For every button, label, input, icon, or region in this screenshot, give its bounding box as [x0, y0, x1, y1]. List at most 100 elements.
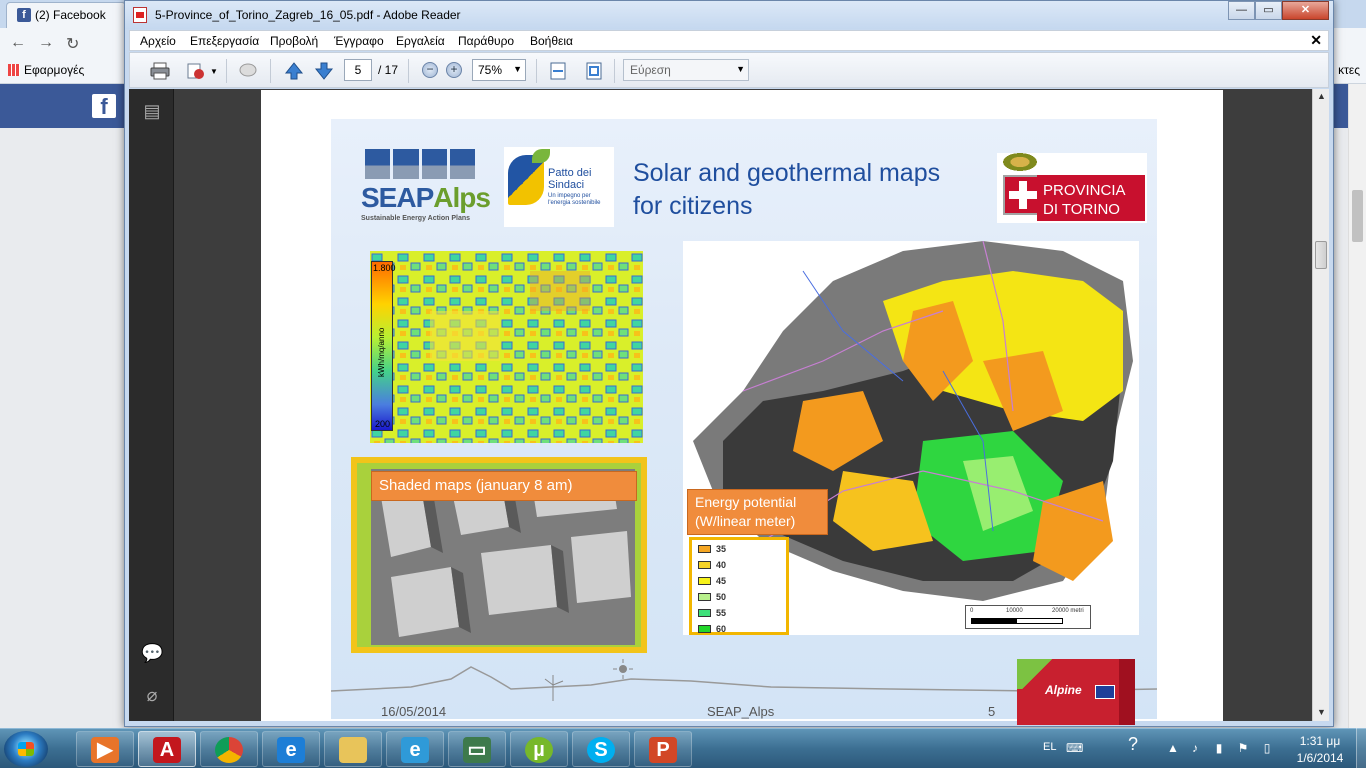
back-icon[interactable]: ← — [10, 34, 26, 52]
find-dropdown-icon: ▼ — [736, 64, 745, 74]
taskbar-adobe-reader[interactable]: A — [138, 731, 196, 767]
energy-legend: 35 40 45 50 55 60 — [689, 537, 789, 635]
menu-tools[interactable]: Εργαλεία — [396, 34, 445, 48]
reload-icon[interactable]: ↻ — [66, 34, 79, 54]
zoom-select[interactable]: 75% ▼ — [472, 59, 526, 81]
pages-panel-icon[interactable]: ▤ — [141, 101, 163, 123]
zoom-in-button[interactable]: + — [446, 62, 462, 78]
close-button[interactable]: ✕ — [1282, 1, 1329, 20]
share-icon[interactable] — [186, 61, 206, 81]
scroll-down-arrow-icon[interactable]: ▼ — [1317, 707, 1326, 717]
keyboard-icon[interactable]: ⌨ — [1066, 741, 1083, 755]
scale-bar-graphic — [971, 618, 1063, 624]
clock-time[interactable]: 1:31 μμ — [1298, 734, 1342, 748]
menu-file[interactable]: Αρχείο — [140, 34, 176, 48]
scroll-up-arrow-icon[interactable]: ▲ — [1317, 91, 1326, 101]
taskbar-remote-desktop[interactable]: ▭ — [448, 731, 506, 767]
show-hidden-icons-icon[interactable]: ▲ — [1166, 741, 1180, 755]
document-scrollbar[interactable]: ▲ ▼ — [1312, 89, 1329, 721]
patto-line2: Sindaci — [548, 179, 585, 191]
action-center-icon[interactable]: ⚑ — [1236, 741, 1250, 755]
taskbar-powerpoint[interactable]: P — [634, 731, 692, 767]
window-controls: — ▭ ✕ — [1228, 1, 1329, 21]
facebook-logo-icon[interactable]: f — [92, 94, 116, 119]
document-close-icon[interactable]: ✕ — [1310, 32, 1322, 49]
taskbar-chrome[interactable] — [200, 731, 258, 767]
toolbar-separator — [270, 59, 271, 83]
torino-line2: DI TORINO — [1043, 201, 1120, 218]
folder-icon — [339, 737, 367, 763]
share-dropdown-icon[interactable]: ▼ — [210, 67, 218, 76]
document-scroll-thumb[interactable] — [1315, 241, 1327, 269]
browser-scrollbar[interactable] — [1348, 84, 1366, 728]
find-input[interactable]: Εύρεση ▼ — [623, 59, 749, 81]
next-page-icon[interactable] — [314, 61, 334, 81]
bookmarks-apps-button[interactable]: Εφαρμογές — [8, 63, 84, 77]
shield-icon — [1003, 175, 1041, 215]
alpine-space-logo: Alpine — [1017, 659, 1135, 725]
taskbar-file-explorer[interactable] — [324, 731, 382, 767]
patto-leaf-icon — [532, 149, 550, 163]
energy-label-line1: Energy potential — [695, 494, 797, 510]
chrome-icon — [215, 737, 243, 763]
seap-logo-text-2: Alps — [433, 182, 491, 213]
taskbar-skype[interactable]: S — [572, 731, 630, 767]
comments-icon[interactable]: 💬 — [141, 643, 163, 665]
apps-grid-icon — [8, 64, 20, 76]
help-icon[interactable]: ? — [1126, 735, 1140, 753]
comment-icon[interactable] — [238, 61, 258, 81]
alpine-logo-text: Alpine — [1045, 683, 1082, 697]
language-indicator[interactable]: EL — [1043, 741, 1056, 753]
patto-subtitle: Un impegno per l'energia sostenibile — [548, 193, 601, 206]
scale-label-2: 20000 metri — [1052, 608, 1084, 614]
menu-help[interactable]: Βοήθεια — [530, 34, 573, 48]
legend-item: 40 — [698, 560, 726, 572]
patto-dei-sindaci-logo: Patto dei Sindaci Un impegno per l'energi… — [504, 147, 614, 227]
show-desktop-button[interactable] — [1356, 728, 1366, 768]
legend-item: 45 — [698, 576, 726, 588]
zoom-dropdown-icon: ▼ — [513, 64, 522, 74]
browser-scroll-thumb[interactable] — [1352, 190, 1363, 242]
zoom-out-button[interactable]: − — [422, 62, 438, 78]
patto-line1: Patto dei — [548, 167, 592, 179]
power-icon[interactable]: ▯ — [1260, 741, 1274, 755]
volume-icon[interactable]: ♪ — [1188, 741, 1202, 755]
network-icon[interactable]: ▮ — [1212, 741, 1226, 755]
browser-tab-facebook[interactable]: f (2) Facebook — [6, 2, 126, 28]
taskbar-utorrent[interactable]: µ — [510, 731, 568, 767]
legend-swatch — [698, 577, 711, 585]
menu-document[interactable]: Έγγραφο — [334, 34, 384, 48]
forward-icon[interactable]: → — [38, 34, 54, 52]
page-number-input[interactable]: 5 — [344, 59, 372, 81]
adobe-reader-icon: A — [153, 737, 181, 763]
previous-page-icon[interactable] — [284, 61, 304, 81]
fit-page-icon[interactable] — [584, 61, 604, 81]
map-scale-bar: 0 10000 20000 metri — [965, 605, 1091, 629]
maximize-button[interactable]: ▭ — [1255, 1, 1282, 20]
seap-logo-subtitle: Sustainable Energy Action Plans — [361, 215, 471, 222]
taskbar-media-player[interactable]: ▶ — [76, 731, 134, 767]
clock-date[interactable]: 1/6/2014 — [1290, 751, 1350, 765]
window-title: 5-Province_of_Torino_Zagreb_16_05.pdf - … — [155, 8, 461, 22]
fit-width-icon[interactable] — [548, 61, 568, 81]
start-button[interactable] — [4, 731, 48, 767]
menu-view[interactable]: Προβολή — [270, 34, 318, 48]
energy-label-line2: (W/linear meter) — [695, 513, 796, 529]
seap-logo-text-1: SEAP — [361, 182, 434, 213]
minimize-button[interactable]: — — [1228, 1, 1255, 20]
legend-item: 35 — [698, 544, 726, 556]
shaded-map-label: Shaded maps (january 8 am) — [371, 471, 637, 501]
slide-title-line1: Solar and geothermal maps — [633, 159, 941, 187]
legend-swatch — [698, 609, 711, 617]
menu-edit[interactable]: Επεξεργασία — [190, 34, 259, 48]
taskbar-internet-explorer[interactable]: e — [262, 731, 320, 767]
menu-window[interactable]: Παράθυρο — [458, 34, 514, 48]
sun-icon — [613, 659, 633, 679]
attachments-icon[interactable]: ⌀ — [141, 685, 163, 707]
menu-bar: Αρχείο Επεξεργασία Προβολή Έγγραφο Εργαλ… — [129, 30, 1329, 51]
taskbar-ie-alt[interactable]: e — [386, 731, 444, 767]
footer-date: 16/05/2014 — [381, 704, 447, 719]
skype-icon: S — [587, 737, 615, 763]
bookmarks-overflow-text[interactable]: κτες — [1338, 63, 1360, 77]
print-icon[interactable] — [150, 61, 170, 81]
